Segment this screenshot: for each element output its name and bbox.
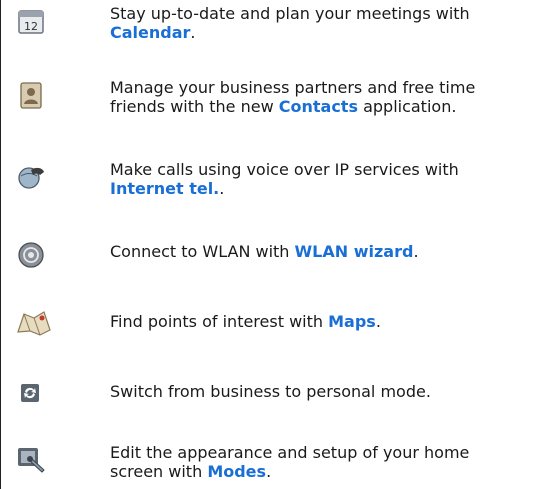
contacts-icon [20, 82, 42, 109]
calendar-link[interactable]: Calendar [110, 23, 190, 42]
list-item-text: Find points of interest with Maps. [110, 312, 381, 331]
list-item-text: Switch from business to personal mode. [110, 382, 431, 401]
internet-tel-icon [18, 167, 44, 189]
wlan-wizard-icon [18, 242, 44, 268]
wlan-wizard-link[interactable]: WLAN wizard [295, 242, 414, 261]
internet-tel-link[interactable]: Internet tel. [110, 179, 219, 198]
list-item-text: Connect to WLAN with WLAN wizard. [110, 242, 419, 261]
contacts-link[interactable]: Contacts [279, 97, 358, 116]
modes-icon [18, 448, 45, 473]
list-item-text: Stay up-to-date and plan your meetings w… [110, 4, 470, 42]
modes-link[interactable]: Modes [207, 462, 266, 481]
maps-icon [17, 311, 51, 336]
svg-text:12: 12 [24, 20, 38, 33]
list-item-text: Manage your business partners and free t… [110, 78, 476, 116]
list-item-text: Make calls using voice over IP services … [110, 160, 459, 198]
list-item-text: Edit the appearance and setup of your ho… [110, 443, 470, 481]
calendar-icon: 12 [18, 10, 44, 34]
maps-link[interactable]: Maps [328, 312, 376, 331]
mode-switch-icon [21, 384, 39, 402]
